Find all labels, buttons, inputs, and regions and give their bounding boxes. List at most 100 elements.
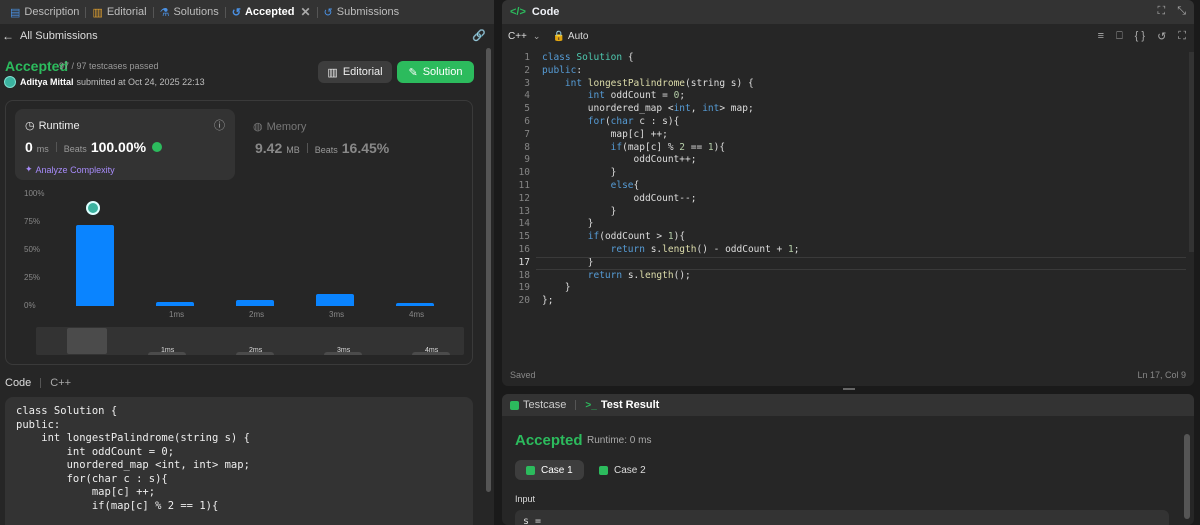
y-tick-label: 75% <box>24 217 41 226</box>
range-window[interactable] <box>67 328 107 354</box>
chart-bar[interactable] <box>236 300 274 306</box>
fullscreen-icon[interactable]: ⛶ <box>1178 30 1186 43</box>
share-link-icon[interactable]: 🔗 <box>472 29 486 42</box>
line-number: 16 <box>518 243 530 255</box>
tab-testcase[interactable]: Testcase <box>510 399 566 411</box>
line-number: 15 <box>518 231 530 243</box>
tab-editorial[interactable]: ▥ Editorial <box>86 0 152 24</box>
analyze-complexity-link[interactable]: ✦ Analyze Complexity <box>25 164 115 175</box>
scrollbar[interactable] <box>1184 434 1190 519</box>
code-line[interactable]: 15 if(oddCount > 1){ <box>502 231 1194 244</box>
chart-bar[interactable] <box>156 301 194 306</box>
solution-button[interactable]: ✎ Solution <box>397 61 474 83</box>
code-header: Code C++ <box>5 377 71 389</box>
chevron-down-icon[interactable]: ⌄ <box>533 31 541 42</box>
line-number: 13 <box>518 205 530 217</box>
case-label: Case 2 <box>614 464 646 476</box>
language-select[interactable]: C++ <box>508 31 527 42</box>
input-value[interactable]: s = <box>515 510 1169 525</box>
beats-badge-icon <box>152 142 163 152</box>
tab-submissions[interactable]: ↺ Submissions <box>318 0 406 24</box>
back-label: All Submissions <box>20 30 98 42</box>
memory-beats: 16.45% <box>341 140 390 156</box>
code-line[interactable]: 4 int oddCount = 0; <box>502 90 1194 103</box>
memory-tab[interactable]: ◍ Memory <box>253 120 306 134</box>
code-line[interactable]: 9 oddCount++; <box>502 154 1194 167</box>
info-icon[interactable]: ⓘ <box>214 117 225 133</box>
editor-code-area[interactable]: 1 class Solution {2 public: 3 int longestPa… <box>502 52 1194 308</box>
line-number: 12 <box>518 192 530 204</box>
case-1-button[interactable]: Case 1 <box>515 460 584 480</box>
code-label: Code <box>5 377 32 389</box>
code-line[interactable]: 20}; <box>502 295 1194 308</box>
code-line[interactable]: 5 unordered_map <int, int> map; <box>502 103 1194 116</box>
divider <box>55 142 57 152</box>
edit-icon: ✎ <box>408 66 418 79</box>
auto-mode[interactable]: 🔒 Auto <box>552 31 588 42</box>
username[interactable]: Aditya Mittal <box>20 77 74 87</box>
tab-label: Editorial <box>106 6 147 18</box>
tab-label: Submissions <box>336 6 400 18</box>
vertical-resizer[interactable] <box>843 388 855 390</box>
code-line[interactable]: 3 int longestPalindrome(string s) { <box>502 78 1194 91</box>
tab-accepted[interactable]: ↺ Accepted ✕ <box>226 0 317 24</box>
mini-tick-label: 3ms <box>337 347 351 354</box>
runtime-card[interactable]: ◷ Runtime ⓘ 0 ms Beats 100.00% ✦ Analyze… <box>15 109 235 180</box>
code-line[interactable]: 11 else{ <box>502 180 1194 193</box>
editor-toolbar: C++ ⌄ 🔒 Auto <box>502 26 1194 46</box>
code-line[interactable]: 2 public: <box>502 65 1194 78</box>
line-content: } <box>542 167 617 179</box>
check-icon <box>526 465 535 475</box>
line-number: 10 <box>518 167 530 179</box>
chart-bar[interactable] <box>316 293 354 306</box>
tab-description[interactable]: ▤ Description <box>4 0 85 24</box>
code-line[interactable]: 14 } <box>502 218 1194 231</box>
maximize-icon[interactable]: ⛶ <box>1157 5 1165 18</box>
x-tick-label: 3ms <box>329 310 345 319</box>
code-line[interactable]: 10 } <box>502 167 1194 180</box>
code-line[interactable]: 1 class Solution { <box>502 52 1194 65</box>
result-runtime: Runtime: 0 ms <box>587 435 652 446</box>
memory-value: 9.42 <box>255 140 283 156</box>
beats-label: Beats <box>314 145 338 155</box>
chart-bar[interactable] <box>396 302 434 306</box>
code-line[interactable]: 12 oddCount--; <box>502 193 1194 206</box>
line-content: class Solution { <box>542 52 634 63</box>
tab-test-result[interactable]: >_ Test Result <box>585 399 659 411</box>
scrollbar[interactable] <box>486 48 491 492</box>
tab-solutions[interactable]: ⚗ Solutions <box>154 0 225 24</box>
code-line[interactable]: 13 } <box>502 206 1194 219</box>
code-icon: </> <box>510 6 526 18</box>
line-content: oddCount++; <box>542 154 697 166</box>
code-line[interactable]: 19 } <box>502 282 1194 295</box>
scrollbar[interactable] <box>1189 52 1194 252</box>
editorial-button[interactable]: ▥ Editorial <box>318 61 392 83</box>
code-line[interactable]: 8 if(map[c] % 2 == 1){ <box>502 142 1194 155</box>
code-line[interactable]: 18 return s.length(); <box>502 270 1194 283</box>
back-to-submissions[interactable]: ← All Submissions <box>0 28 494 44</box>
chart-bar[interactable] <box>76 225 114 306</box>
format-icon[interactable]: ≡ <box>1098 30 1104 43</box>
submitted-code[interactable]: class Solution { public: int longestPali… <box>5 397 473 525</box>
tab-label: Test Result <box>600 399 660 411</box>
close-icon[interactable]: ✕ <box>300 5 310 19</box>
reset-icon[interactable]: ↺ <box>1157 30 1166 43</box>
chart-range-slider[interactable]: 1ms 2ms 3ms 4ms <box>36 327 464 355</box>
code-line[interactable]: 7 map[c] ++; <box>502 129 1194 142</box>
code-line[interactable]: 6 for(char c : s){ <box>502 116 1194 129</box>
result-tabs: Testcase >_ Test Result <box>502 394 1194 416</box>
submitted-at: submitted at Oct 24, 2025 22:13 <box>76 77 205 87</box>
x-tick-label: 2ms <box>249 310 265 319</box>
line-content: for(char c : s){ <box>587 115 680 127</box>
bookmark-icon[interactable]: ⎕ <box>1116 30 1123 43</box>
avatar[interactable] <box>4 76 16 88</box>
terminal-icon: >_ <box>585 399 597 411</box>
line-number: 2 <box>524 64 530 76</box>
braces-icon[interactable]: { } <box>1135 30 1145 43</box>
collapse-icon[interactable]: ⤡ <box>1177 5 1186 18</box>
panel-resizer[interactable] <box>494 0 502 525</box>
memory-unit: MB <box>286 145 300 155</box>
code-line[interactable]: 16 return s.length() - oddCount + 1; <box>502 244 1194 257</box>
mini-tick-label: 2ms <box>249 347 263 354</box>
case-2-button[interactable]: Case 2 <box>588 460 657 480</box>
